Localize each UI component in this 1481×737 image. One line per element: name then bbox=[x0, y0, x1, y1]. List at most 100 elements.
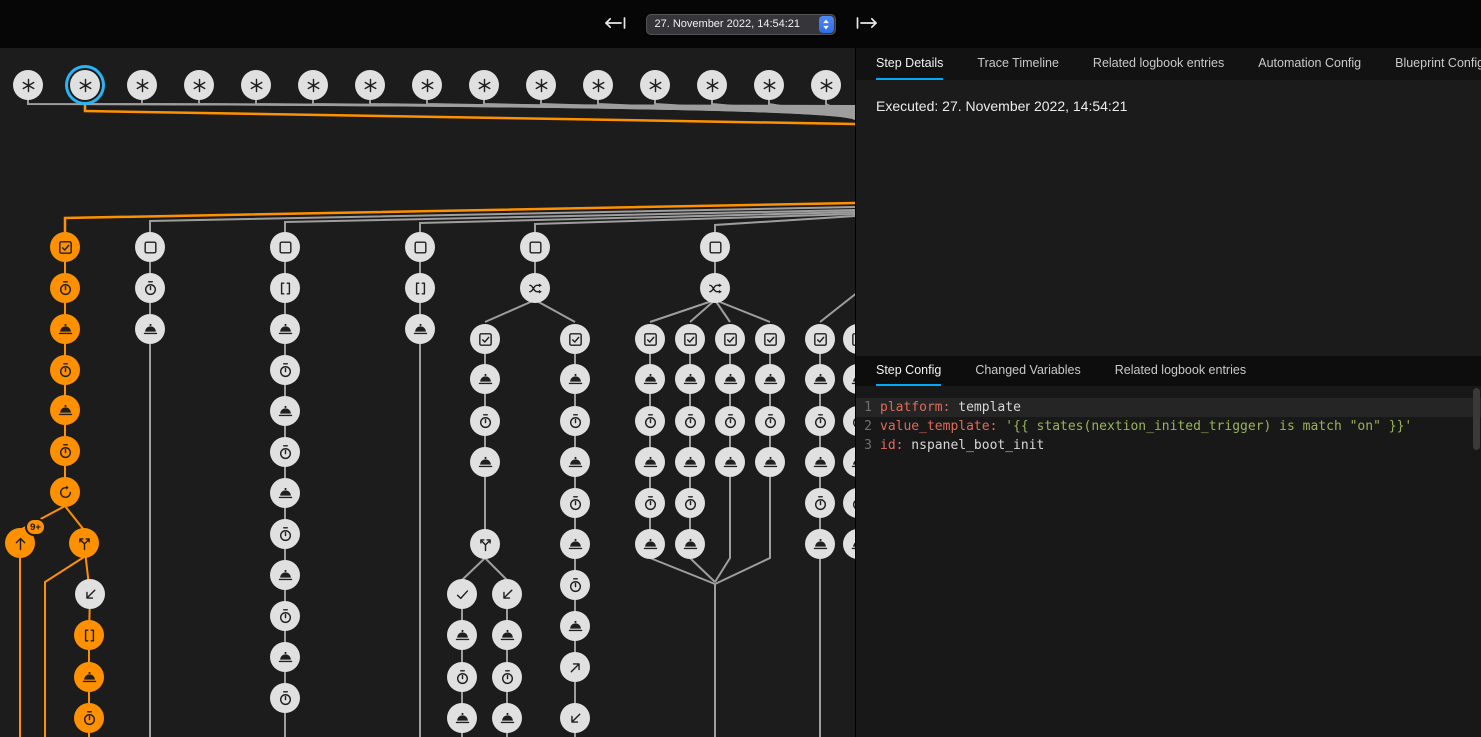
graph-node-call-split[interactable] bbox=[470, 529, 500, 559]
graph-node-brackets[interactable] bbox=[74, 620, 104, 650]
graph-node-timer[interactable] bbox=[635, 406, 665, 436]
graph-node-service[interactable] bbox=[50, 395, 80, 425]
graph-node-timer[interactable] bbox=[805, 488, 835, 518]
graph-node-timer[interactable] bbox=[470, 406, 500, 436]
graph-node-timer[interactable] bbox=[270, 683, 300, 713]
graph-node-asterisk[interactable] bbox=[298, 70, 328, 100]
graph-node-brackets[interactable] bbox=[270, 273, 300, 303]
graph-node-asterisk[interactable] bbox=[811, 70, 841, 100]
graph-node-service[interactable] bbox=[715, 364, 745, 394]
graph-node-asterisk[interactable] bbox=[640, 70, 670, 100]
graph-node-condition[interactable] bbox=[675, 324, 705, 354]
graph-node-arrow-down-left[interactable] bbox=[75, 579, 105, 609]
graph-node-timer[interactable] bbox=[635, 488, 665, 518]
graph-node-service[interactable] bbox=[470, 364, 500, 394]
next-run-button[interactable] bbox=[850, 13, 884, 36]
details-tab-blueprint-config[interactable]: Blueprint Config bbox=[1395, 48, 1481, 80]
config-tab-step-config[interactable]: Step Config bbox=[876, 356, 941, 386]
config-tab-changed-variables[interactable]: Changed Variables bbox=[975, 356, 1080, 386]
graph-node-timer[interactable] bbox=[270, 601, 300, 631]
graph-node-timer[interactable] bbox=[560, 488, 590, 518]
run-select[interactable]: 27. November 2022, 14:54:21 bbox=[646, 14, 836, 35]
code-scrollbar[interactable] bbox=[1473, 388, 1480, 450]
graph-node-timer[interactable] bbox=[50, 355, 80, 385]
graph-node-fork[interactable] bbox=[700, 273, 730, 303]
graph-node-timer[interactable] bbox=[492, 662, 522, 692]
graph-node-asterisk[interactable] bbox=[13, 70, 43, 100]
graph-node-timer[interactable] bbox=[675, 406, 705, 436]
graph-node-service[interactable] bbox=[635, 447, 665, 477]
graph-node-timer[interactable] bbox=[50, 436, 80, 466]
graph-node-service[interactable] bbox=[447, 703, 477, 733]
graph-node-choose[interactable] bbox=[135, 232, 165, 262]
graph-node-asterisk[interactable] bbox=[70, 70, 100, 100]
graph-node-timer[interactable] bbox=[135, 273, 165, 303]
graph-node-asterisk[interactable] bbox=[355, 70, 385, 100]
graph-node-service[interactable] bbox=[50, 314, 80, 344]
graph-node-arrow-down-left[interactable] bbox=[492, 579, 522, 609]
graph-node-service[interactable] bbox=[74, 662, 104, 692]
graph-node-service[interactable] bbox=[805, 529, 835, 559]
graph-node-fork[interactable] bbox=[520, 273, 550, 303]
graph-node-service[interactable] bbox=[675, 447, 705, 477]
graph-node-choose[interactable] bbox=[405, 232, 435, 262]
graph-node-service[interactable] bbox=[805, 364, 835, 394]
config-tab-related-logbook-entries[interactable]: Related logbook entries bbox=[1115, 356, 1246, 386]
graph-node-asterisk[interactable] bbox=[241, 70, 271, 100]
graph-node-service[interactable] bbox=[270, 396, 300, 426]
graph-node-condition[interactable] bbox=[560, 324, 590, 354]
graph-node-timer[interactable] bbox=[715, 406, 745, 436]
graph-node-arrow-up-right[interactable] bbox=[560, 652, 590, 682]
graph-node-arrow-down-left[interactable] bbox=[560, 703, 590, 733]
graph-node-timer[interactable] bbox=[447, 662, 477, 692]
graph-node-condition[interactable] bbox=[50, 232, 80, 262]
graph-node-timer[interactable] bbox=[755, 406, 785, 436]
details-tab-step-details[interactable]: Step Details bbox=[876, 48, 943, 80]
graph-node-asterisk[interactable] bbox=[583, 70, 613, 100]
graph-node-service[interactable] bbox=[405, 314, 435, 344]
details-tab-related-logbook-entries[interactable]: Related logbook entries bbox=[1093, 48, 1224, 80]
graph-node-timer[interactable] bbox=[675, 488, 705, 518]
graph-node-asterisk[interactable] bbox=[526, 70, 556, 100]
graph-node-check[interactable] bbox=[447, 579, 477, 609]
graph-node-asterisk[interactable] bbox=[127, 70, 157, 100]
graph-node-service[interactable] bbox=[492, 620, 522, 650]
graph-node-condition[interactable] bbox=[805, 324, 835, 354]
graph-node-repeat[interactable] bbox=[50, 477, 80, 507]
graph-node-service[interactable] bbox=[270, 314, 300, 344]
graph-node-timer[interactable] bbox=[74, 703, 104, 733]
graph-node-service[interactable] bbox=[675, 529, 705, 559]
graph-node-timer[interactable] bbox=[50, 273, 80, 303]
graph-node-service[interactable] bbox=[560, 529, 590, 559]
graph-node-asterisk[interactable] bbox=[697, 70, 727, 100]
graph-node-service[interactable] bbox=[635, 529, 665, 559]
graph-node-asterisk[interactable] bbox=[469, 70, 499, 100]
graph-node-asterisk[interactable] bbox=[184, 70, 214, 100]
graph-node-service[interactable] bbox=[755, 364, 785, 394]
graph-node-service[interactable] bbox=[492, 703, 522, 733]
graph-node-condition[interactable] bbox=[715, 324, 745, 354]
graph-node-condition[interactable] bbox=[470, 324, 500, 354]
graph-node-service[interactable] bbox=[560, 447, 590, 477]
graph-node-asterisk[interactable] bbox=[754, 70, 784, 100]
graph-node-service[interactable] bbox=[635, 364, 665, 394]
graph-node-timer[interactable] bbox=[270, 437, 300, 467]
graph-node-service[interactable] bbox=[270, 560, 300, 590]
graph-node-choose[interactable] bbox=[700, 232, 730, 262]
graph-node-service[interactable] bbox=[270, 642, 300, 672]
graph-node-condition[interactable] bbox=[635, 324, 665, 354]
graph-node-service[interactable] bbox=[560, 611, 590, 641]
graph-node-choose[interactable] bbox=[520, 232, 550, 262]
graph-node-service[interactable] bbox=[470, 447, 500, 477]
graph-node-service[interactable] bbox=[447, 620, 477, 650]
graph-node-service[interactable] bbox=[715, 447, 745, 477]
graph-node-timer[interactable] bbox=[805, 406, 835, 436]
graph-node-choose[interactable] bbox=[270, 232, 300, 262]
graph-node-timer[interactable] bbox=[560, 570, 590, 600]
graph-node-service[interactable] bbox=[270, 478, 300, 508]
graph-node-timer[interactable] bbox=[560, 406, 590, 436]
graph-node-service[interactable] bbox=[135, 314, 165, 344]
details-tab-trace-timeline[interactable]: Trace Timeline bbox=[977, 48, 1059, 80]
graph-node-service[interactable] bbox=[755, 447, 785, 477]
graph-node-service[interactable] bbox=[560, 364, 590, 394]
